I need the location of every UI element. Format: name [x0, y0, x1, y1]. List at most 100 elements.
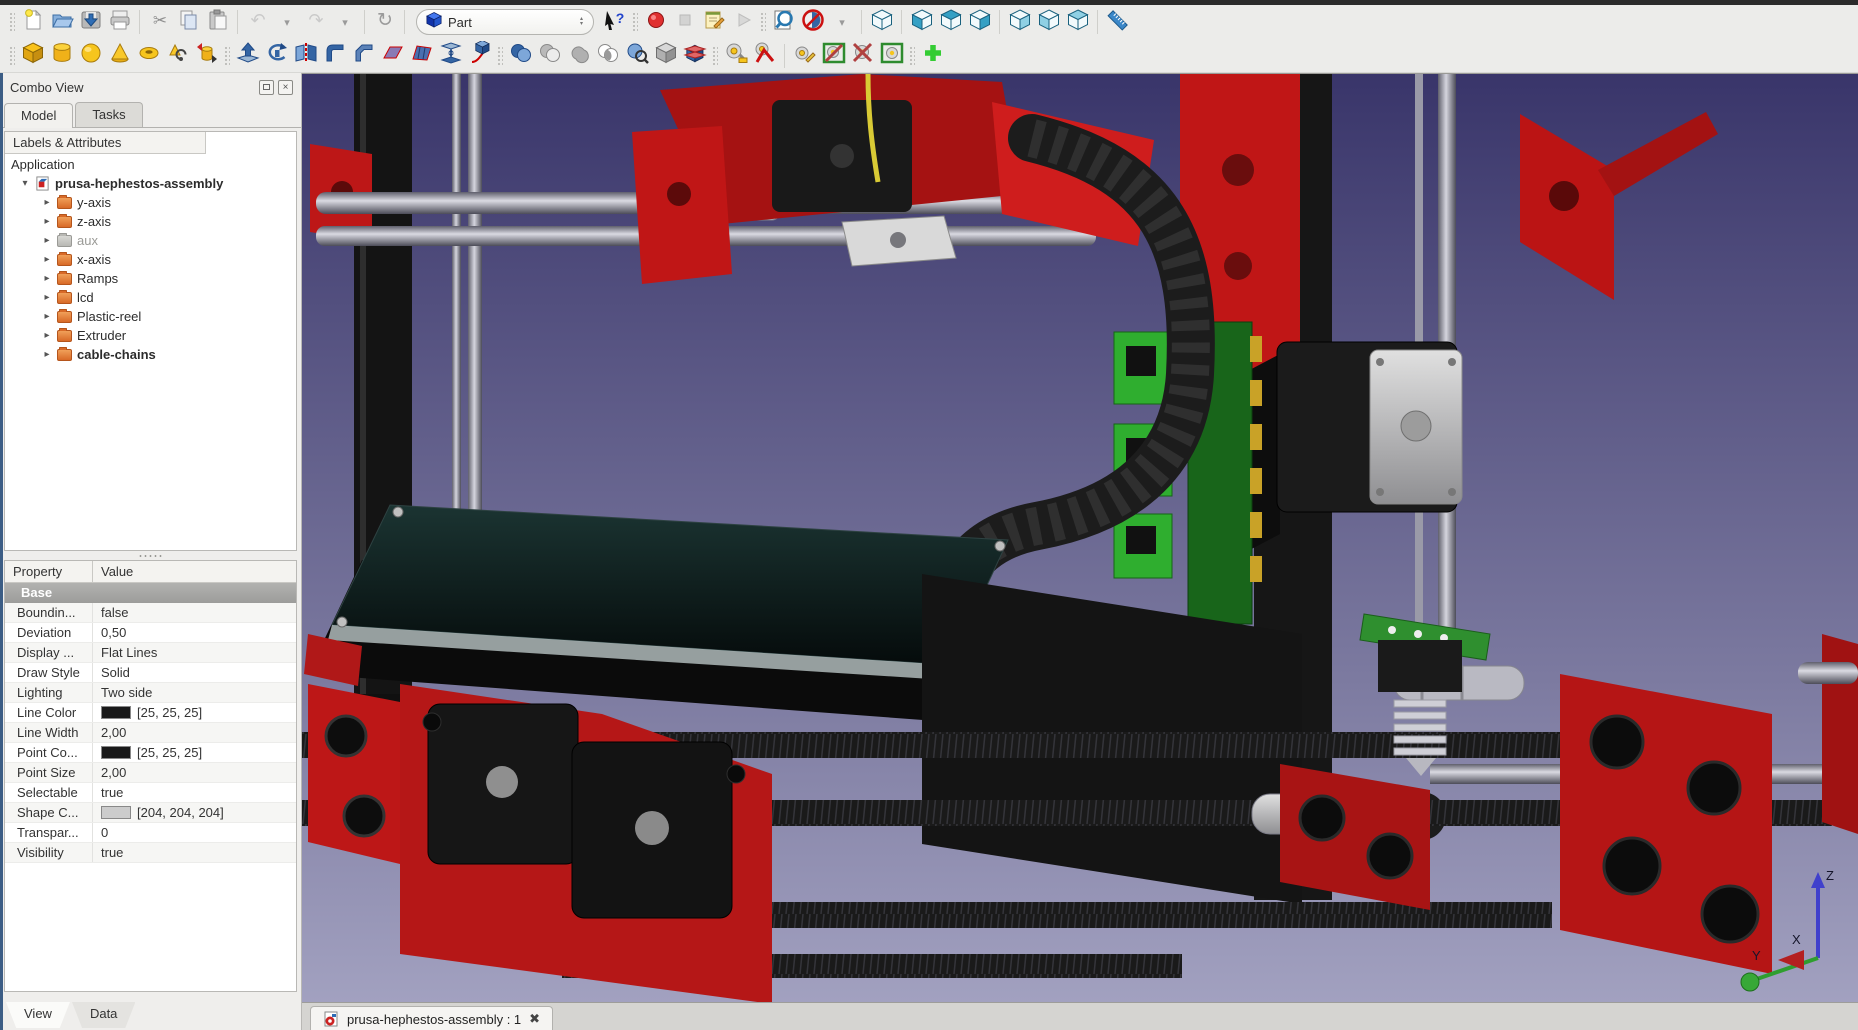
view-front-button[interactable] — [907, 8, 936, 37]
tree-item-x-axis[interactable]: ▸ x-axis — [5, 250, 296, 269]
redo-button[interactable]: ↷ — [301, 8, 330, 37]
fillet-button[interactable] — [320, 41, 349, 70]
expander-icon[interactable]: ▸ — [41, 216, 53, 227]
tree-item-Plastic-reel[interactable]: ▸ Plastic-reel — [5, 307, 296, 326]
measure-distance-button[interactable] — [1103, 8, 1132, 37]
expander-icon[interactable]: ▸ — [41, 235, 53, 246]
defeaturing-button[interactable] — [651, 41, 680, 70]
tab-view[interactable]: View — [6, 1002, 70, 1028]
property-value[interactable]: [204, 204, 204] — [93, 803, 296, 822]
view-rear-button[interactable] — [1005, 8, 1034, 37]
cut-boolean-button[interactable] — [535, 41, 564, 70]
measure-linear-button[interactable] — [721, 41, 750, 70]
toolbar-drag-handle[interactable] — [9, 46, 15, 66]
dock-splitter[interactable] — [4, 551, 297, 560]
torus-button[interactable] — [134, 41, 163, 70]
menu-down-button[interactable]: ▾ — [827, 8, 856, 37]
close-icon[interactable]: ✖ — [529, 1011, 540, 1027]
document-tab[interactable]: prusa-hephestos-assembly : 1 ✖ — [310, 1006, 553, 1030]
sweep-button[interactable] — [465, 41, 494, 70]
menu-down-button[interactable]: ▾ — [330, 8, 359, 37]
toolbar-drag-handle[interactable] — [9, 12, 15, 32]
cylinder-button[interactable] — [47, 41, 76, 70]
macro-edit-button[interactable] — [699, 8, 728, 37]
expander-icon[interactable]: ▸ — [41, 311, 53, 322]
property-value[interactable]: true — [93, 843, 296, 862]
tree-item-z-axis[interactable]: ▸ z-axis — [5, 212, 296, 231]
tree-item-Ramps[interactable]: ▸ Ramps — [5, 269, 296, 288]
property-value[interactable]: [25, 25, 25] — [93, 703, 296, 722]
tree-item-cable-chains[interactable]: ▸ cable-chains — [5, 345, 296, 364]
expander-icon[interactable]: ▸ — [41, 292, 53, 303]
expander-icon[interactable]: ▸ — [41, 349, 53, 360]
extrude-button[interactable] — [233, 41, 262, 70]
property-value[interactable]: Solid — [93, 663, 296, 682]
property-value[interactable]: 2,00 — [93, 723, 296, 742]
expander-icon[interactable]: ▸ — [41, 330, 53, 341]
primitives-button[interactable] — [192, 41, 221, 70]
chamfer-button[interactable] — [349, 41, 378, 70]
mirror-button[interactable] — [291, 41, 320, 70]
view-right-button[interactable] — [965, 8, 994, 37]
property-value[interactable]: false — [93, 603, 296, 622]
revolve-button[interactable] — [262, 41, 291, 70]
common-button[interactable] — [593, 41, 622, 70]
print-button[interactable] — [105, 8, 134, 37]
loft-button[interactable] — [436, 41, 465, 70]
toolbar-drag-handle[interactable] — [497, 46, 503, 66]
expander-icon[interactable]: ▸ — [41, 197, 53, 208]
tree-item-document[interactable]: ▾ prusa-hephestos-assembly — [5, 174, 296, 193]
shape-builder-button[interactable] — [163, 41, 192, 70]
macro-play-button[interactable] — [728, 8, 757, 37]
tree-item-Extruder[interactable]: ▸ Extruder — [5, 326, 296, 345]
view-top-button[interactable] — [936, 8, 965, 37]
measure-angular-button[interactable] — [750, 41, 779, 70]
view-axonometric-button[interactable] — [867, 8, 896, 37]
toolbar-drag-handle[interactable] — [909, 46, 915, 66]
expander-icon[interactable]: ▸ — [41, 273, 53, 284]
property-value[interactable]: 2,00 — [93, 763, 296, 782]
expander-icon[interactable]: ▸ — [41, 254, 53, 265]
whats-this-button[interactable]: ? — [600, 8, 629, 37]
cone-button[interactable] — [105, 41, 134, 70]
tab-model[interactable]: Model — [4, 103, 73, 128]
tree-item-lcd[interactable]: ▸ lcd — [5, 288, 296, 307]
cut-button[interactable]: ✂ — [145, 8, 174, 37]
ruled-surface-button[interactable] — [407, 41, 436, 70]
toolbar-drag-handle[interactable] — [224, 46, 230, 66]
property-value[interactable]: 0 — [93, 823, 296, 842]
view-bottom-button[interactable] — [1034, 8, 1063, 37]
dock-close-button[interactable]: × — [278, 80, 293, 95]
expander-icon[interactable]: ▾ — [19, 178, 31, 189]
property-value[interactable]: Flat Lines — [93, 643, 296, 662]
toolbar-drag-handle[interactable] — [712, 46, 718, 66]
boolean-button[interactable] — [506, 41, 535, 70]
tree-item-y-axis[interactable]: ▸ y-axis — [5, 193, 296, 212]
tab-data[interactable]: Data — [72, 1002, 135, 1028]
save-file-button[interactable] — [76, 8, 105, 37]
check-geometry-button[interactable] — [622, 41, 651, 70]
refresh-button[interactable]: ↻ — [370, 8, 399, 37]
toolbar-drag-handle[interactable] — [632, 12, 638, 32]
sphere-button[interactable] — [76, 41, 105, 70]
toolbar-drag-handle[interactable] — [760, 12, 766, 32]
menu-down-button[interactable]: ▾ — [272, 8, 301, 37]
fit-all-button[interactable] — [769, 8, 798, 37]
view-left-button[interactable] — [1063, 8, 1092, 37]
addon-plus-button[interactable] — [918, 41, 947, 70]
dock-float-button[interactable] — [259, 80, 274, 95]
paste-button[interactable] — [203, 8, 232, 37]
measure-refresh-button[interactable] — [790, 41, 819, 70]
property-value[interactable]: 0,50 — [93, 623, 296, 642]
measure-toggle-delta-button[interactable] — [877, 41, 906, 70]
union-button[interactable] — [564, 41, 593, 70]
draw-style-button[interactable] — [798, 8, 827, 37]
macro-record-button[interactable] — [641, 8, 670, 37]
new-file-button[interactable] — [18, 8, 47, 37]
property-value[interactable]: true — [93, 783, 296, 802]
tree-item-aux[interactable]: ▸ aux — [5, 231, 296, 250]
open-file-button[interactable] — [47, 8, 76, 37]
macro-stop-button[interactable] — [670, 8, 699, 37]
property-value[interactable]: [25, 25, 25] — [93, 743, 296, 762]
property-value[interactable]: Two side — [93, 683, 296, 702]
